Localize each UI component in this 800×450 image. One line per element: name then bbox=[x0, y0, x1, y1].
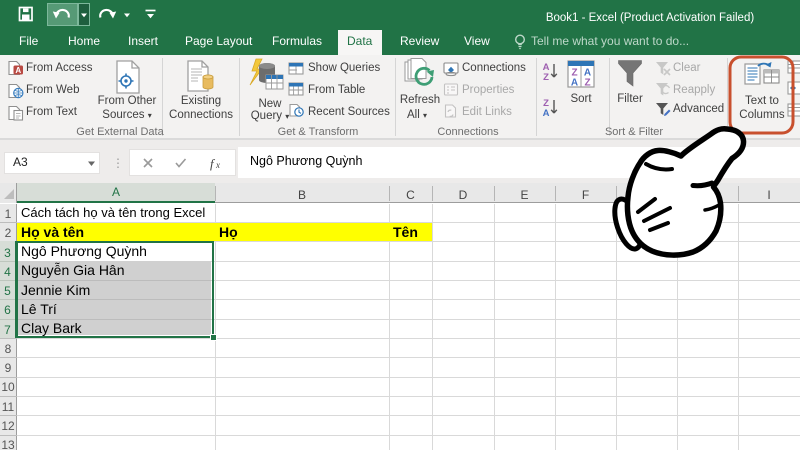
svg-text:x: x bbox=[215, 160, 220, 170]
svg-text:A: A bbox=[543, 108, 550, 119]
svg-text:A: A bbox=[15, 66, 21, 75]
svg-text:Z: Z bbox=[543, 72, 549, 83]
svg-text:Z: Z bbox=[584, 78, 590, 89]
svg-text:A: A bbox=[571, 78, 578, 89]
